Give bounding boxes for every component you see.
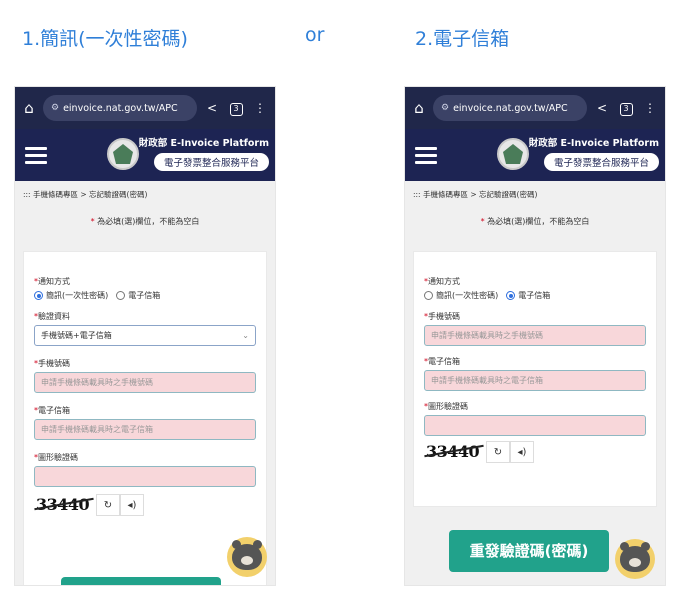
required-note: * 為必填(選)欄位，不能為空白 [90,217,200,226]
address-bar[interactable]: ⚙ einvoice.nat.gov.tw/APC [43,95,197,121]
url-text: einvoice.nat.gov.tw/APC [453,102,568,114]
ministry-emblem-icon [107,138,139,170]
url-text: einvoice.nat.gov.tw/APC [63,102,178,114]
site-title: 財政部 E-Invoice Platform [528,138,659,149]
phone-screenshot-email: ⌂ ⚙ einvoice.nat.gov.tw/APC < 3 ⋮ 財政部 E-… [404,86,666,586]
or-separator: or [305,24,325,46]
address-bar[interactable]: ⚙ einvoice.nat.gov.tw/APC [433,95,587,121]
notify-options: 簡訊(一次性密碼) 電子信箱 [34,290,266,301]
speaker-icon[interactable]: ◂) [120,494,144,516]
hamburger-menu-icon[interactable] [415,146,437,164]
site-subtitle: 電子發票整合服務平台 [153,153,269,171]
submit-button-partial[interactable] [61,577,221,585]
radio-email-dot[interactable] [116,291,126,300]
form-card: *通知方式 簡訊(一次性密碼) 電子信箱 *驗證資料 手機號碼+電子信箱 ⌄ *手… [23,251,267,585]
phone-label: *手機號碼 [424,312,460,321]
browser-toolbar: ⌂ ⚙ einvoice.nat.gov.tw/APC < 3 ⋮ [15,87,275,129]
captcha-input[interactable] [34,466,256,487]
verify-label: *驗證資料 [34,312,70,321]
radio-email[interactable]: 電子信箱 [506,290,550,301]
captcha-row: 33440 ↻ ◂) [34,493,266,517]
site-header: 財政部 E-Invoice Platform 電子發票整合服務平台 [405,129,665,181]
email-label: *電子信箱 [424,357,460,366]
site-brand: 財政部 E-Invoice Platform 電子發票整合服務平台 [529,135,659,171]
option1-heading: 1.簡訊(一次性密碼) [22,28,188,50]
more-menu-icon[interactable]: ⋮ [641,101,659,115]
refresh-captcha-icon[interactable]: ↻ [96,494,120,516]
mascot-bear-icon[interactable] [615,539,655,579]
captcha-input[interactable] [424,415,646,436]
site-settings-icon[interactable]: ⚙ [51,103,59,113]
phone-screenshot-sms: ⌂ ⚙ einvoice.nat.gov.tw/APC < 3 ⋮ 財政部 E-… [14,86,276,586]
captcha-image: 33440 [424,441,486,463]
notify-label: *通知方式 [34,277,70,286]
email-label: *電子信箱 [34,406,70,415]
radio-sms-dot[interactable] [424,291,433,300]
email-input[interactable]: 申請手機條碼載具時之電子信箱 [424,370,646,391]
site-settings-icon[interactable]: ⚙ [441,103,449,113]
home-icon[interactable]: ⌂ [411,99,427,117]
form-card: *通知方式 簡訊(一次性密碼) 電子信箱 *手機號碼 申請手機條碼載具時之手機號… [413,251,657,507]
site-subtitle: 電子發票整合服務平台 [543,153,659,171]
refresh-captcha-icon[interactable]: ↻ [486,441,510,463]
mascot-bear-icon[interactable] [227,537,267,577]
radio-sms[interactable]: 簡訊(一次性密碼) [34,290,108,301]
captcha-image: 33440 [34,494,96,516]
captcha-label: *圖形驗證碼 [34,453,78,462]
tabs-icon[interactable]: 3 [617,100,635,116]
phone-input[interactable]: 申請手機條碼載具時之手機號碼 [424,325,646,346]
radio-email-dot[interactable] [506,291,516,300]
site-brand: 財政部 E-Invoice Platform 電子發票整合服務平台 [139,135,269,171]
breadcrumb: ::: 手機條碼專區 > 忘記驗證碼(密碼) [23,190,148,199]
verify-select[interactable]: 手機號碼+電子信箱 ⌄ [34,325,256,346]
captcha-label: *圖形驗證碼 [424,402,468,411]
email-input[interactable]: 申請手機條碼載具時之電子信箱 [34,419,256,440]
required-note: * 為必填(選)欄位，不能為空白 [480,217,590,226]
home-icon[interactable]: ⌂ [21,99,37,117]
resend-code-button[interactable]: 重發驗證碼(密碼) [449,530,609,572]
radio-email[interactable]: 電子信箱 [116,290,160,301]
option2-heading: 2.電子信箱 [415,28,510,50]
site-title: 財政部 E-Invoice Platform [138,138,269,149]
notify-options: 簡訊(一次性密碼) 電子信箱 [424,290,656,301]
phone-input[interactable]: 申請手機條碼載具時之手機號碼 [34,372,256,393]
speaker-icon[interactable]: ◂) [510,441,534,463]
radio-sms-dot[interactable] [34,291,43,300]
chevron-down-icon: ⌄ [242,331,249,340]
phone-label: *手機號碼 [34,359,70,368]
breadcrumb: ::: 手機條碼專區 > 忘記驗證碼(密碼) [413,190,538,199]
notify-label: *通知方式 [424,277,460,286]
radio-sms[interactable]: 簡訊(一次性密碼) [424,290,498,301]
tabs-icon[interactable]: 3 [227,100,245,116]
ministry-emblem-icon [497,138,529,170]
browser-toolbar: ⌂ ⚙ einvoice.nat.gov.tw/APC < 3 ⋮ [405,87,665,129]
site-header: 財政部 E-Invoice Platform 電子發票整合服務平台 [15,129,275,181]
hamburger-menu-icon[interactable] [25,146,47,164]
more-menu-icon[interactable]: ⋮ [251,101,269,115]
share-icon[interactable]: < [203,101,221,115]
captcha-row: 33440 ↻ ◂) [424,440,656,464]
share-icon[interactable]: < [593,101,611,115]
